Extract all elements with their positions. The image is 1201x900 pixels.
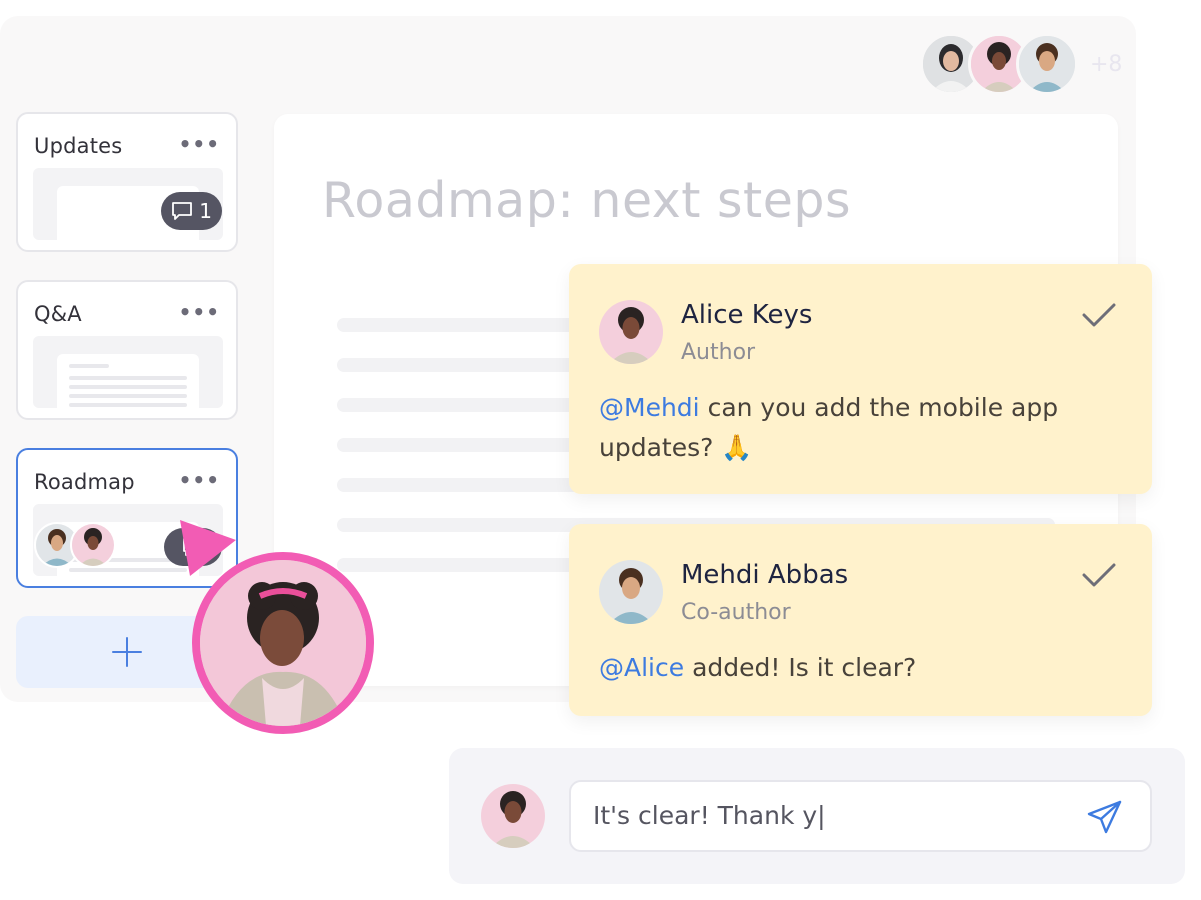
resolve-check-icon[interactable]: [1082, 562, 1116, 592]
comment-author-role: Co-author: [681, 600, 791, 625]
sidebar-item-title: Q&A: [34, 302, 82, 326]
comment-author-role: Author: [681, 340, 756, 365]
comment-card[interactable]: Mehdi Abbas Co-author @Alice added! Is i…: [569, 524, 1152, 716]
comment-text: @Mehdi can you add the mobile app update…: [599, 393, 1059, 462]
page-thumbnail: [33, 336, 223, 408]
collaborator-avatars[interactable]: +8: [920, 33, 1122, 95]
cursor-user-avatar: [192, 552, 374, 734]
avatar: [599, 560, 663, 624]
avatar: [599, 300, 663, 364]
collaborator-avatar[interactable]: [1016, 33, 1078, 95]
document-title[interactable]: Roadmap: next steps: [322, 172, 851, 229]
more-options-icon[interactable]: •••: [179, 132, 220, 156]
sidebar-item-title: Roadmap: [34, 470, 135, 494]
comment-count: 1: [199, 199, 212, 223]
mention-link[interactable]: @Alice: [599, 653, 684, 682]
plus-icon: [112, 637, 142, 667]
resolve-check-icon[interactable]: [1082, 302, 1116, 332]
comment-count-badge[interactable]: 1: [161, 192, 222, 230]
mention-link[interactable]: @Mehdi: [599, 393, 700, 422]
more-options-icon[interactable]: •••: [179, 468, 220, 492]
page-collaborators: [34, 522, 116, 568]
comment-text: @Alice added! Is it clear?: [599, 653, 917, 682]
avatar: [70, 522, 116, 568]
sidebar-item-title: Updates: [34, 134, 123, 158]
more-options-icon[interactable]: •••: [179, 300, 220, 324]
comment-icon: [172, 202, 193, 220]
collaborator-more-count[interactable]: +8: [1090, 52, 1122, 77]
comment-card[interactable]: Alice Keys Author @Mehdi can you add the…: [569, 264, 1152, 494]
comment-author-name: Mehdi Abbas: [681, 560, 849, 590]
avatar: [481, 784, 545, 848]
send-icon[interactable]: [1087, 800, 1123, 838]
sidebar-item-qa[interactable]: Q&A •••: [16, 280, 238, 420]
sidebar-item-updates[interactable]: Updates ••• 1: [16, 112, 238, 252]
reply-composer: It's clear! Thank y|: [449, 748, 1185, 884]
reply-input[interactable]: It's clear! Thank y|: [569, 780, 1152, 852]
comment-author-name: Alice Keys: [681, 300, 813, 330]
